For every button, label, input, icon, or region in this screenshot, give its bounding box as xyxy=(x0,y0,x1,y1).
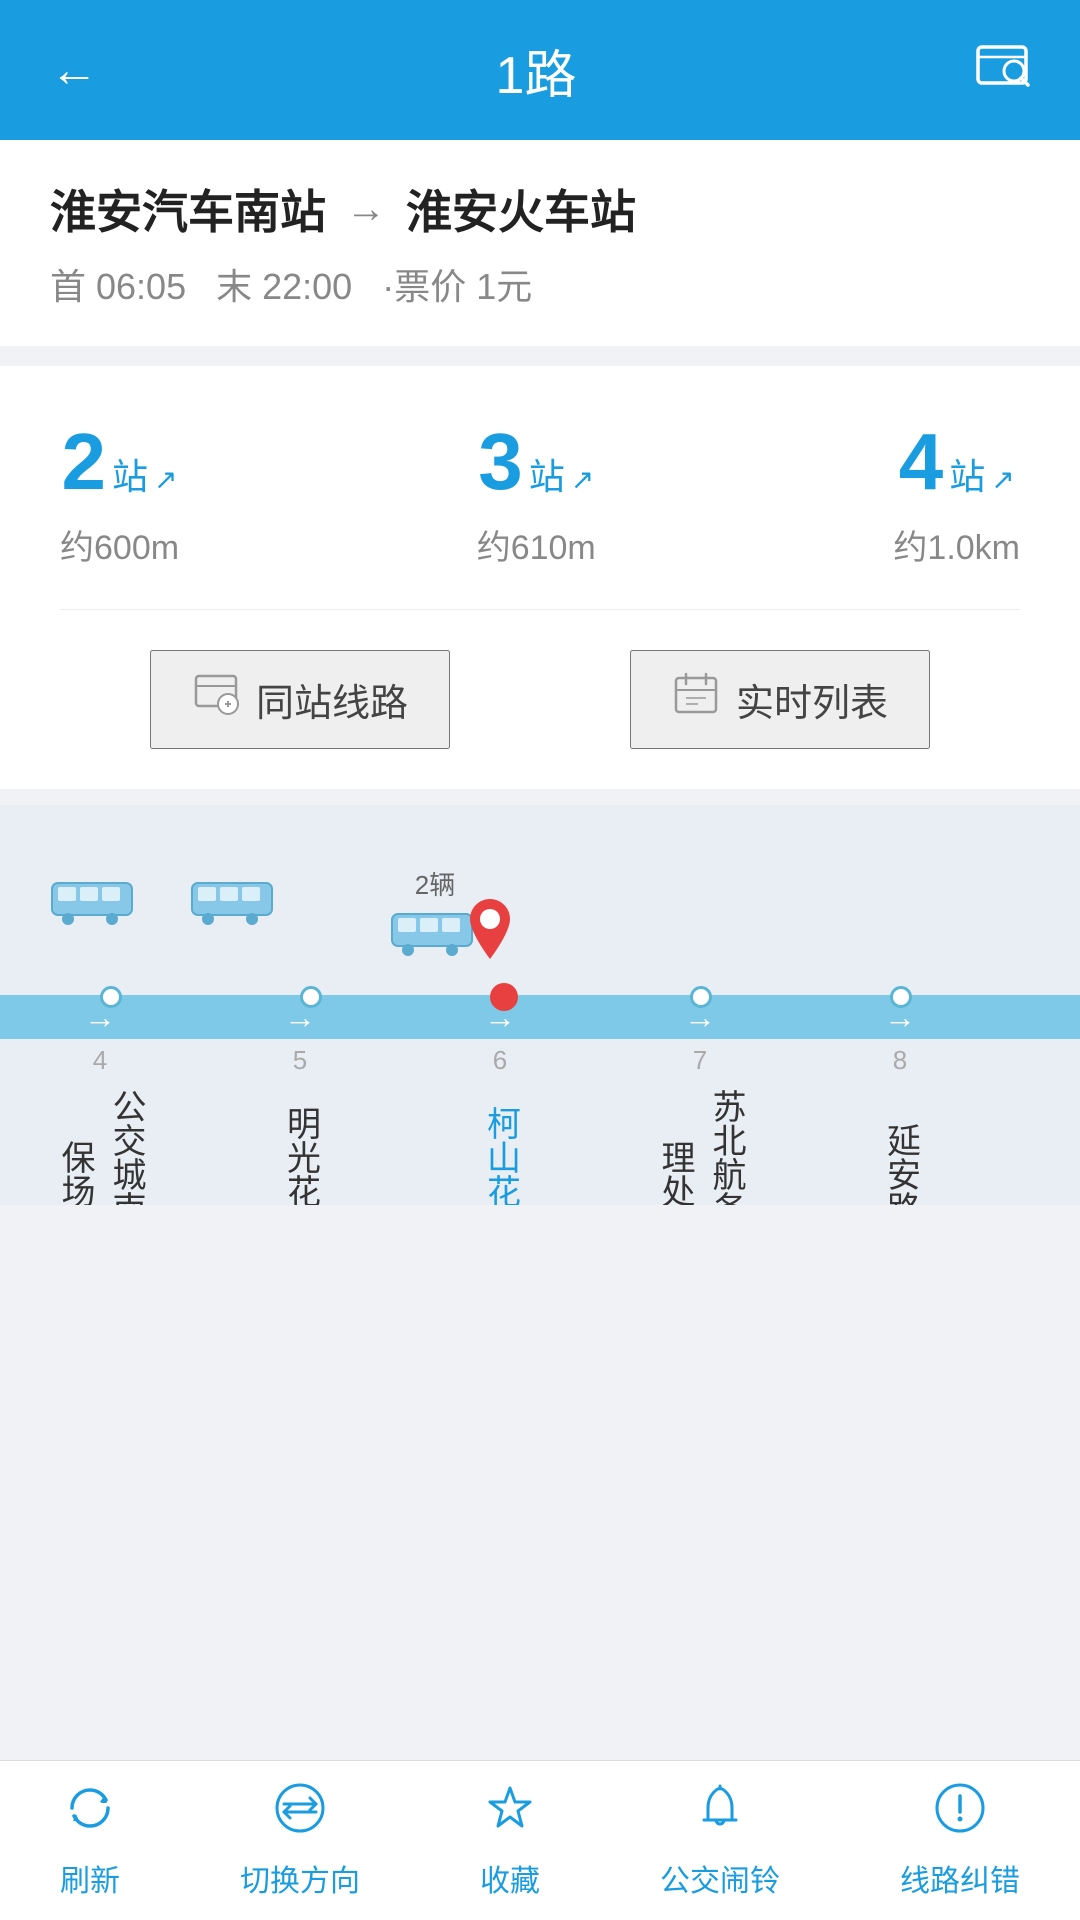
count-4-tick: ↗ xyxy=(991,463,1014,496)
same-stop-button[interactable]: 同站线路 xyxy=(150,650,450,749)
first-bus-time: 首 06:05 xyxy=(50,266,186,307)
stop-circle-4 xyxy=(100,986,122,1008)
same-stop-label: 同站线路 xyxy=(256,672,408,727)
header: ← 1路 xyxy=(0,0,1080,140)
realtime-label: 实时列表 xyxy=(736,672,888,727)
card-actions: 同站线路 实时列表 xyxy=(60,630,1020,759)
stop-pin-5 xyxy=(300,975,322,1008)
route-to: 淮安火车站 xyxy=(406,176,636,242)
count-2-unit: 站 xyxy=(112,448,148,500)
bell-icon xyxy=(694,1782,746,1846)
count-3-stops: 3 xyxy=(478,416,523,508)
count-3-distance: 约610m xyxy=(477,520,596,569)
stop-name-5: 明光花园 xyxy=(275,1084,326,1205)
stop-circle-6 xyxy=(490,983,518,1011)
realtime-button[interactable]: 实时列表 xyxy=(630,650,930,749)
stop-label-4: 4 公交城南停保场 xyxy=(0,1045,200,1205)
stop-label-8: 8 延安路 xyxy=(800,1045,1000,1205)
route-direction-arrow: → xyxy=(346,187,386,232)
switch-icon xyxy=(274,1782,326,1846)
stop-circle-8 xyxy=(890,986,912,1008)
track-arrow-6: → xyxy=(1000,999,1080,1036)
route-from: 淮安汽车南站 xyxy=(50,176,326,242)
route-info: 淮安汽车南站 → 淮安火车站 首 06:05 末 22:00 ·票价 1元 xyxy=(0,140,1080,346)
track-arrows: → → → → → → → xyxy=(0,995,1080,1039)
stop-circle-5 xyxy=(300,986,322,1008)
stop-num-8: 8 xyxy=(893,1045,907,1076)
nav-error-label: 线路纠错 xyxy=(900,1856,1020,1900)
nav-switch[interactable]: 切换方向 xyxy=(240,1782,360,1900)
bus-count-row: 2 站 ↗ 约600m 3 站 ↗ 约610m 4 站 ↗ xyxy=(60,416,1020,569)
count-4-stops: 4 xyxy=(899,416,944,508)
bus-count-item-2[interactable]: 2 站 ↗ 约600m xyxy=(60,416,179,569)
map-icon[interactable] xyxy=(974,43,1030,98)
stop-pin-8 xyxy=(890,975,912,1008)
stop-num-7: 7 xyxy=(693,1045,707,1076)
count-4-unit: 站 xyxy=(949,448,985,500)
error-icon xyxy=(934,1782,986,1846)
count-3-tick: ↗ xyxy=(571,463,594,496)
stop-circle-7 xyxy=(690,986,712,1008)
stop-num-5: 5 xyxy=(293,1045,307,1076)
stop-name-7: 苏北航务管理处 xyxy=(649,1084,751,1205)
nav-favorite[interactable]: 收藏 xyxy=(480,1782,540,1900)
vehicles-layer: 2辆 xyxy=(0,865,1080,995)
nav-switch-label: 切换方向 xyxy=(240,1856,360,1900)
nav-refresh-label: 刷新 xyxy=(60,1856,120,1900)
bus-count-item-3[interactable]: 3 站 ↗ 约610m xyxy=(477,416,596,569)
count-2-tick: ↗ xyxy=(154,463,177,496)
route-endpoints: 淮安汽车南站 → 淮安火车站 xyxy=(50,176,1030,242)
nav-alarm-label: 公交闹铃 xyxy=(660,1856,780,1900)
ticket-price: ·票价 1元 xyxy=(382,266,532,307)
back-button[interactable]: ← xyxy=(50,43,98,98)
timeline-section[interactable]: → → → → → → → xyxy=(0,805,1080,1205)
route-times: 首 06:05 末 22:00 ·票价 1元 xyxy=(50,258,1030,310)
nav-error[interactable]: 线路纠错 xyxy=(900,1782,1020,1900)
stop-name-6: 柯山花园 xyxy=(475,1084,526,1205)
count-4-distance: 约1.0km xyxy=(893,520,1020,569)
nav-alarm[interactable]: 公交闹铃 xyxy=(660,1782,780,1900)
stop-name-4: 公交城南停保场 xyxy=(49,1084,151,1205)
count-3-unit: 站 xyxy=(529,448,565,500)
stop-labels-row: 4 公交城南停保场 5 明光花园 6 柯山花园 7 苏北航务管理处 8 延安 xyxy=(0,1045,1080,1205)
stop-label-5: 5 明光花园 xyxy=(200,1045,400,1205)
star-icon xyxy=(484,1782,536,1846)
bus-count-card: 2 站 ↗ 约600m 3 站 ↗ 约610m 4 站 ↗ xyxy=(0,366,1080,789)
last-bus-time: 末 22:00 xyxy=(216,266,352,307)
realtime-icon xyxy=(672,672,720,727)
stop-label-9: 9 前进路 xyxy=(1000,1045,1080,1205)
stop-name-8: 延安路 xyxy=(875,1084,926,1205)
page-title: 1路 xyxy=(496,33,577,108)
stop-num-6: 6 xyxy=(493,1045,507,1076)
card-divider xyxy=(60,609,1020,610)
same-stop-icon xyxy=(192,672,240,727)
stop-name-9: 前进路 xyxy=(1075,1084,1080,1205)
stop-pin-6 xyxy=(490,975,518,1011)
timeline-content: → → → → → → → xyxy=(0,805,1080,1205)
bus-count-item-4[interactable]: 4 站 ↗ 约1.0km xyxy=(893,416,1020,569)
bottom-nav: 刷新 切换方向 收藏 xyxy=(0,1760,1080,1920)
stop-num-4: 4 xyxy=(93,1045,107,1076)
vehicle-count-label: 2辆 xyxy=(415,865,455,902)
nav-favorite-label: 收藏 xyxy=(480,1856,540,1900)
stop-label-7: 7 苏北航务管理处 xyxy=(600,1045,800,1205)
stop-label-6: 6 柯山花园 xyxy=(400,1045,600,1205)
vehicle-2 xyxy=(190,875,280,925)
nav-refresh[interactable]: 刷新 xyxy=(60,1782,120,1900)
count-2-distance: 约600m xyxy=(60,520,179,569)
count-2-stops: 2 xyxy=(62,416,107,508)
stop-pin-4 xyxy=(100,975,122,1008)
vehicle-1 xyxy=(50,875,140,925)
stop-pin-7 xyxy=(690,975,712,1008)
refresh-icon xyxy=(64,1782,116,1846)
